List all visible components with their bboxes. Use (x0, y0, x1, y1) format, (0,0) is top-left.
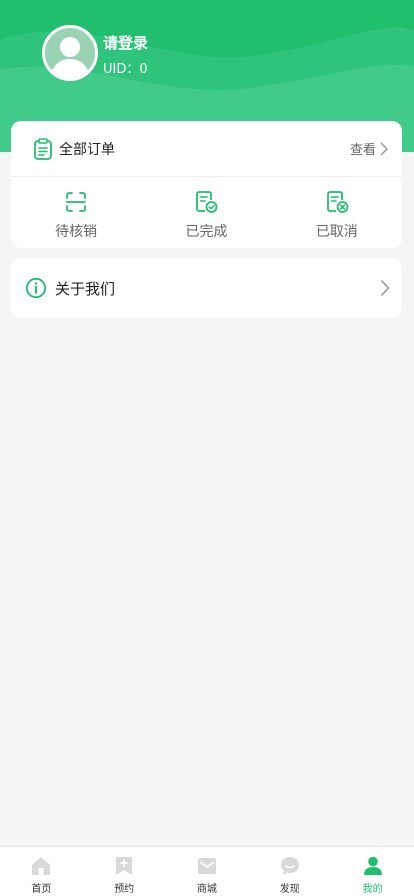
chat-icon (280, 857, 299, 875)
tab-discover[interactable]: 发现 (248, 847, 331, 896)
profile-icon (363, 856, 382, 875)
order-status-row: 待核销 已完成 已取消 (11, 177, 402, 247)
orders-card: 全部订单 查看 待核销 已完成 已取消 (11, 121, 402, 248)
home-icon (32, 857, 51, 875)
tab-booking[interactable]: 预约 (83, 847, 166, 896)
document-cancel-icon (326, 191, 349, 213)
about-us-label: 关于我们 (55, 279, 116, 298)
chevron-right-icon (380, 279, 390, 297)
tab-label: 我的 (362, 884, 383, 895)
tab-label: 商城 (196, 884, 217, 895)
user-silhouette-icon (50, 37, 90, 78)
avatar[interactable] (42, 25, 98, 81)
scan-icon (66, 192, 87, 212)
bookmark-plus-icon (116, 857, 133, 875)
tab-mall[interactable]: 商城 (166, 847, 249, 896)
document-check-icon (196, 191, 218, 213)
view-label: 查看 (349, 143, 376, 158)
order-status-label: 已取消 (315, 224, 358, 240)
login-prompt[interactable]: 请登录 (103, 32, 148, 53)
clipboard-icon (34, 137, 52, 160)
view-all-orders-link[interactable]: 查看 (350, 139, 388, 158)
orders-title: 全部订单 (59, 141, 115, 158)
orders-header: 全部订单 查看 (11, 121, 402, 177)
bottom-tab-bar: 首页 预约 商城 发现 我的 (0, 846, 414, 896)
order-status-completed[interactable]: 已完成 (141, 177, 271, 247)
tab-mine[interactable]: 我的 (331, 847, 414, 896)
order-status-pending[interactable]: 待核销 (11, 177, 141, 247)
about-us-item[interactable]: 关于我们 (11, 258, 402, 318)
chevron-right-icon (380, 141, 388, 156)
tab-home[interactable]: 首页 (0, 847, 83, 896)
order-status-cancelled[interactable]: 已取消 (272, 177, 402, 247)
tab-label: 发现 (279, 884, 300, 895)
order-status-label: 待核销 (55, 224, 98, 240)
tab-label: 预约 (114, 884, 135, 895)
user-uid: UID：0 (103, 62, 148, 77)
order-status-label: 已完成 (185, 224, 228, 240)
mail-icon (197, 858, 216, 874)
info-icon (25, 277, 47, 299)
tab-label: 首页 (31, 884, 52, 895)
